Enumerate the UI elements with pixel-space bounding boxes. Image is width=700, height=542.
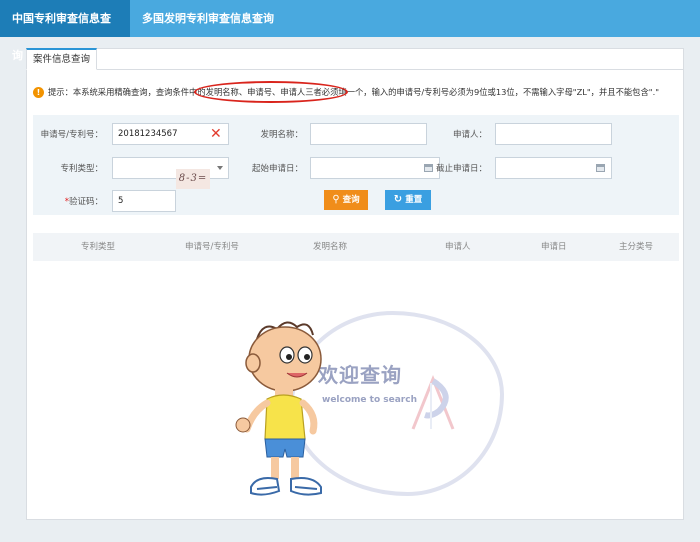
chevron-down-icon — [217, 166, 223, 170]
column-header: 主分类号 — [619, 242, 654, 252]
warning-icon: ! — [33, 87, 44, 98]
calendar-icon[interactable] — [596, 164, 605, 172]
app-no-label: 申请号/专利号： — [40, 130, 103, 140]
captcha-label: *验证码： — [33, 196, 103, 208]
invention-name-input[interactable] — [310, 123, 427, 145]
tab-multinational-patent-search[interactable]: 多国发明专利审查信息查询 — [130, 0, 286, 37]
column-header: 申请人 — [445, 242, 471, 252]
end-date-input[interactable] — [495, 157, 612, 179]
app-no-input[interactable]: 20181234567 ✕ — [112, 123, 229, 145]
start-date-label: 起始申请日： — [251, 164, 303, 174]
patent-type-select[interactable] — [112, 157, 229, 179]
query-button-label: 查询 — [342, 195, 360, 205]
column-header: 专利类型 — [81, 242, 116, 252]
subtab-divider — [27, 69, 683, 70]
clear-icon[interactable]: ✕ — [210, 127, 222, 141]
top-navigation: 中国专利审查信息查询 多国发明专利审查信息查询 — [0, 0, 700, 62]
results-table-header: 专利类型 申请号/专利号 发明名称 申请人 申请日 主分类号 — [33, 233, 679, 261]
column-header: 发明名称 — [313, 242, 348, 252]
reset-button[interactable]: ↻ 重置 — [385, 190, 431, 210]
query-button[interactable]: ⚲ 查询 — [324, 190, 368, 210]
end-date-label: 截止申请日： — [435, 164, 487, 174]
column-header: 申请号/专利号 — [185, 242, 239, 252]
search-icon: ⚲ — [332, 194, 340, 205]
tab-domestic-patent-search[interactable]: 中国专利审查信息查询 — [0, 0, 130, 62]
app-no-value: 20181234567 — [118, 129, 178, 139]
case-info-panel: 案件信息查询 ! 提示：本系统采用精确查询，查询条件中的发明名称、申请号、申请人三… — [26, 48, 684, 520]
patent-type-label: 专利类型： — [60, 164, 103, 174]
applicant-label: 申请人： — [452, 130, 487, 140]
refresh-icon: ↻ — [393, 194, 403, 205]
applicant-input[interactable] — [495, 123, 612, 145]
reset-button-label: 重置 — [405, 195, 423, 205]
tab-case-info-search[interactable]: 案件信息查询 — [26, 48, 98, 70]
highlight-ellipse — [194, 81, 348, 103]
captcha-input[interactable]: 5 — [112, 190, 176, 212]
captcha-label-text: 验证码： — [68, 197, 103, 207]
invention-name-label: 发明名称： — [260, 130, 303, 140]
tip-text: 提示：本系统采用精确查询，查询条件中的发明名称、申请号、申请人三者必须填一个，输… — [48, 87, 660, 97]
column-header: 申请日 — [541, 242, 567, 252]
captcha-image[interactable]: 8-3= — [176, 169, 210, 189]
mascot-image — [235, 321, 322, 496]
